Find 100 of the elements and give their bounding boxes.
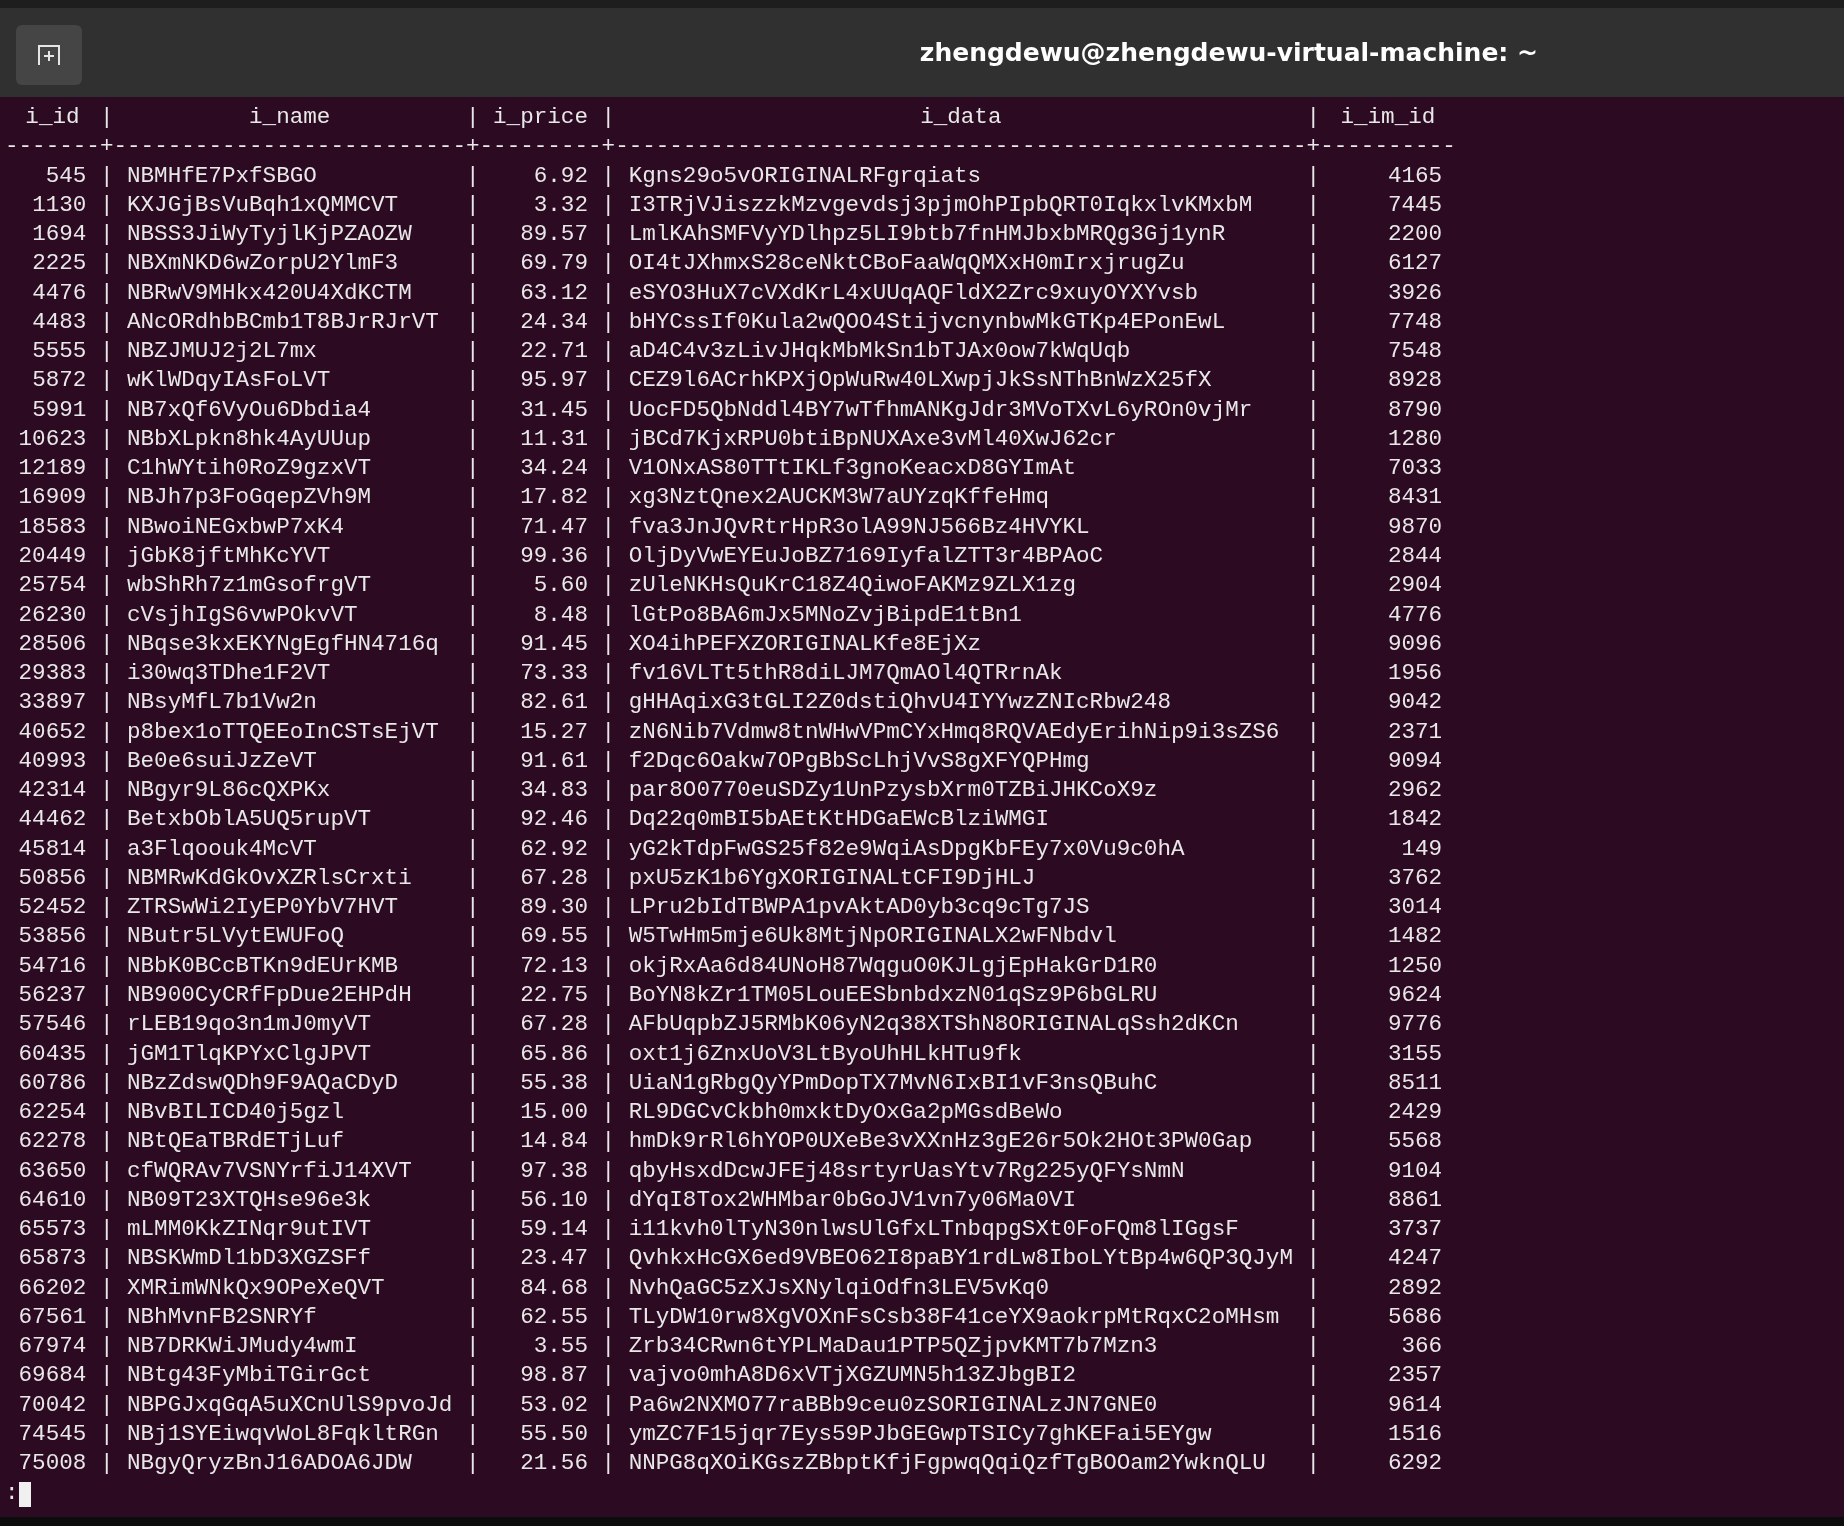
column-separator: | <box>601 1244 616 1274</box>
table-cell-text: 99.36 <box>519 542 589 571</box>
table-cell-text: 74545 <box>17 1419 88 1449</box>
table-cell-text: 62254 <box>17 1098 88 1128</box>
table-cell-text: 67.28 <box>519 863 589 893</box>
table-cell-text: par8O0770euSDZy1UnPzysbXrm0TZBiJHKCoX9z <box>627 776 1159 806</box>
column-separator: | <box>99 659 114 689</box>
column-separator: | <box>465 834 480 864</box>
table-cell-text: 82.61 <box>519 688 589 718</box>
column-header: i_price <box>492 103 589 132</box>
table-cell-text: NBMRwKdGkOvXZRlsCrxti <box>126 863 413 893</box>
table-cell-text: 95.97 <box>519 366 589 396</box>
table-cell-text: 63650 <box>17 1156 88 1186</box>
new-tab-button[interactable] <box>16 24 82 85</box>
column-separator: | <box>465 337 480 367</box>
table-cell-text: 1956 <box>1386 659 1444 689</box>
column-separator: | <box>1306 1361 1321 1391</box>
column-separator: | <box>99 249 114 279</box>
table-cell-text: 56.10 <box>519 1185 589 1215</box>
column-separator: | <box>99 834 114 864</box>
table-cell-text: 25754 <box>17 571 88 601</box>
table-cell-text: 75008 <box>17 1449 88 1479</box>
table-cell-text: 98.87 <box>519 1361 589 1391</box>
table-cell-text: 17.82 <box>519 483 589 513</box>
table-cell-text: 3155 <box>1386 1039 1444 1069</box>
column-separator: | <box>465 1098 480 1128</box>
table-cell-text: NB09T23XTQHse96e3k <box>126 1185 373 1215</box>
table-cell-text: 44462 <box>17 805 88 835</box>
table-cell-text: 54716 <box>17 951 88 981</box>
column-separator: | <box>601 249 616 279</box>
table-cell-text: 149 <box>1400 834 1444 864</box>
column-separator: | <box>601 1185 616 1215</box>
table-cell-text: 6.92 <box>532 161 589 191</box>
column-separator: | <box>1306 454 1321 484</box>
column-separator: | <box>465 863 480 893</box>
table-cell-text: NBgyr9L86cQXPKx <box>126 776 332 806</box>
table-cell-text: NBXmNKD6wZorpU2YlmF3 <box>126 249 400 279</box>
column-separator: | <box>465 220 480 250</box>
new-tab-icon <box>36 42 62 67</box>
column-separator: | <box>601 922 616 952</box>
table-cell-text: 57546 <box>17 1010 88 1040</box>
column-separator: | <box>1306 776 1321 806</box>
table-cell-text: jBCd7KjxRPU0btiBpNUXAxe3vMl40XwJ62cr <box>627 424 1118 454</box>
column-separator: | <box>601 863 616 893</box>
column-separator: | <box>99 424 114 454</box>
table-cell-text: 15.00 <box>519 1098 589 1128</box>
column-separator: | <box>465 249 480 279</box>
column-separator: | <box>99 1390 114 1420</box>
table-cell-text: UiaN1gRbgQyYPmDopTX7MvN6IxBI1vF3nsQBuhC <box>627 1068 1159 1098</box>
column-separator: | <box>601 980 616 1010</box>
column-separator: | <box>99 951 114 981</box>
table-cell-text: NBRwV9MHkx420U4XdKCTM <box>126 278 413 308</box>
table-cell-text: 545 <box>44 161 88 191</box>
table-cell-text: 52452 <box>17 893 88 923</box>
table-cell-text: 62278 <box>17 1127 88 1157</box>
column-separator: | <box>99 1068 114 1098</box>
table-cell-text: 60435 <box>17 1039 88 1069</box>
table-cell-text: 1280 <box>1386 424 1444 454</box>
table-cell-text: 42314 <box>17 776 88 806</box>
table-cell-text: LPru2bIdTBWPA1pvAktAD0yb3cq9cTg7JS <box>627 893 1091 923</box>
column-separator: | <box>99 717 114 747</box>
column-separator: | <box>465 103 480 132</box>
table-cell-text: 20449 <box>17 542 88 571</box>
table-cell-text: 5872 <box>31 366 88 396</box>
column-separator: | <box>601 220 616 250</box>
table-cell-text: 6127 <box>1386 249 1444 279</box>
table-cell-text: 65873 <box>17 1244 88 1274</box>
table-cell-text: 40993 <box>17 746 88 776</box>
column-separator: | <box>99 1215 114 1245</box>
table-cell-text: 97.38 <box>519 1156 589 1186</box>
column-separator: | <box>465 805 480 835</box>
table-cell-text: 53.02 <box>519 1390 589 1420</box>
column-separator: | <box>1306 1215 1321 1245</box>
table-cell-text: 18583 <box>17 512 88 542</box>
column-separator: | <box>99 190 114 220</box>
column-separator: | <box>1306 190 1321 220</box>
table-cell-text: wKlWDqyIAsFoLVT <box>126 366 332 396</box>
column-separator: | <box>601 1302 616 1332</box>
column-separator: | <box>465 1302 480 1332</box>
table-cell-text: 55.50 <box>519 1419 589 1449</box>
column-separator: | <box>465 951 480 981</box>
table-cell-text: 1482 <box>1386 922 1444 952</box>
table-cell-text: lGtPo8BA6mJx5MNoZvjBipdE1tBn1 <box>627 600 1023 630</box>
table-cell-text: NBwoiNEGxbwP7xK4 <box>126 512 345 542</box>
table-cell-text: okjRxAa6d84UNoH87WqguO0KJLgjEpHakGrD1R0 <box>627 951 1159 981</box>
table-cell-text: 8861 <box>1386 1185 1444 1215</box>
table-cell-text: 1694 <box>31 220 88 250</box>
table-cell-text: zN6Nib7Vdmw8tnWHwVPmCYxHmq8RQVAEdyErihNip9i3sZS6 <box>627 717 1281 747</box>
column-separator: | <box>1306 893 1321 923</box>
table-cell-text: 4483 <box>31 307 88 337</box>
table-cell-text: 91.45 <box>519 629 589 659</box>
column-separator: | <box>465 483 480 513</box>
column-separator: | <box>601 161 616 191</box>
column-separator: | <box>1306 1010 1321 1040</box>
table-cell-text: 26230 <box>17 600 88 630</box>
table-cell-text: 69.79 <box>519 249 589 279</box>
table-cell-text: bHYCssIf0Kula2wQOO4StijvcnynbwMkGTKp4EPonEwL <box>627 307 1227 337</box>
column-separator: | <box>1306 249 1321 279</box>
column-separator: | <box>465 1215 480 1245</box>
column-separator: | <box>601 834 616 864</box>
